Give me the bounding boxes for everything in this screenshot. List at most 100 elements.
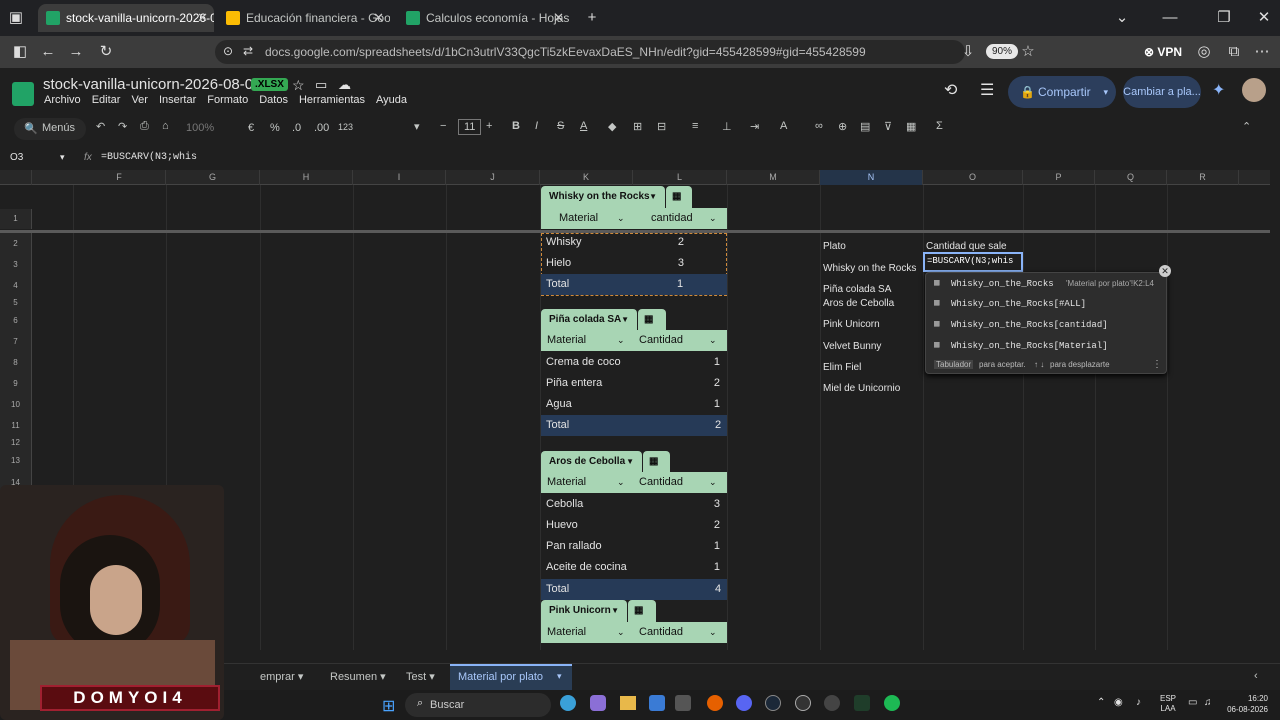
more-icon[interactable]: ⋯ (1252, 42, 1272, 62)
chevron-down-icon[interactable]: ▼ (611, 600, 619, 622)
table-name-chip[interactable]: Pink Unicorn ▼ (541, 600, 627, 622)
ea-icon[interactable] (795, 695, 811, 711)
menu-editar[interactable]: Editar (92, 94, 121, 106)
share-button[interactable]: 🔒 Compartir ▾ (1008, 76, 1116, 108)
table-name-chip[interactable]: Piña colada SA ▼ (541, 309, 637, 331)
redo-icon[interactable]: ↷ (118, 120, 127, 133)
header-material[interactable]: Material (559, 208, 598, 229)
spotify-icon[interactable] (884, 695, 900, 711)
chevron-down-icon[interactable]: ▾ (298, 671, 304, 683)
chevron-down-icon[interactable]: ▾ (557, 671, 562, 682)
table-settings-icon[interactable]: ▦ (643, 451, 670, 473)
font-family-dropdown[interactable]: ▾ (414, 120, 420, 133)
plato-cell[interactable]: Elim Fiel (823, 362, 861, 373)
col-header[interactable]: O (923, 170, 1023, 185)
star-icon[interactable]: ☆ (292, 77, 305, 94)
menu-archivo[interactable]: Archivo (44, 94, 81, 106)
chevron-down-icon[interactable]: ▼ (621, 309, 629, 331)
chevron-down-icon[interactable]: ▼ (626, 451, 634, 473)
col-header[interactable]: M (727, 170, 820, 185)
volume-icon[interactable]: ♫ (1204, 697, 1212, 708)
clock[interactable]: 16:20 06-08-2026 (1222, 693, 1268, 715)
sheet-tab[interactable]: Resumen ▾ (330, 670, 386, 683)
percent-button[interactable]: % (270, 122, 280, 134)
header-cantidad[interactable]: cantidad (651, 208, 693, 229)
sheets-logo-icon[interactable] (12, 82, 34, 106)
menu-datos[interactable]: Datos (259, 94, 288, 106)
plato-cell[interactable]: Aros de Cebolla (823, 298, 894, 309)
cell[interactable]: 3 (696, 494, 720, 515)
new-tab-icon[interactable]: + (582, 8, 602, 28)
sheet-tab-active[interactable]: Material por plato ▾ (450, 664, 572, 690)
cell[interactable]: Pan rallado (546, 536, 686, 557)
zoom-select[interactable]: 100% (186, 122, 214, 134)
row-header[interactable]: 5 (0, 296, 32, 310)
app-icon[interactable] (854, 695, 870, 711)
cell[interactable]: Whisky (546, 232, 656, 253)
col-header[interactable]: K (540, 170, 633, 185)
chevron-down-icon[interactable]: ▾ (1103, 76, 1108, 108)
chevron-down-icon[interactable]: ▾ (429, 671, 435, 683)
chevron-down-icon[interactable]: ▼ (649, 186, 657, 208)
font-size-input[interactable]: 11 (458, 119, 482, 135)
zoom-badge[interactable]: 90% (986, 44, 1019, 59)
discord-icon[interactable] (736, 695, 752, 711)
table-name-chip[interactable]: Whisky on the Rocks ▼ (541, 186, 665, 208)
cell[interactable]: 1 (696, 352, 720, 373)
gemini-icon[interactable]: ✦ (1212, 80, 1225, 100)
bold-icon[interactable]: B (512, 120, 520, 132)
formula-input[interactable]: =BUSCARV(N3;whis (101, 152, 197, 163)
fill-color-icon[interactable]: ◆ (608, 120, 616, 133)
chevron-down-icon[interactable]: ⌄ (1112, 8, 1132, 28)
plato-cell[interactable]: Piña colada SA (823, 284, 891, 295)
chevron-down-icon[interactable]: ▾ (60, 152, 65, 163)
col-header[interactable]: H (260, 170, 353, 185)
total-row[interactable]: Total 4 (541, 579, 727, 600)
chevron-down-icon[interactable]: ⌄ (617, 208, 625, 229)
plato-cell[interactable]: Pink Unicorn (823, 319, 880, 330)
row-header[interactable]: 2 (0, 233, 32, 254)
forward-icon[interactable]: → (66, 42, 86, 62)
tune-icon[interactable]: ⇄ (243, 44, 253, 58)
filter-views-icon[interactable]: ▦ (906, 120, 916, 133)
firefox-icon[interactable] (707, 695, 723, 711)
menu-herramientas[interactable]: Herramientas (299, 94, 365, 106)
chevron-down-icon[interactable]: ▾ (380, 671, 386, 683)
print-icon[interactable]: ⎙ (140, 120, 149, 133)
chevron-down-icon[interactable]: ⌄ (709, 622, 717, 643)
cell[interactable]: Hielo (546, 253, 656, 274)
col-header[interactable]: G (166, 170, 260, 185)
col-header[interactable]: N (820, 170, 923, 185)
table-name-chip[interactable]: Aros de Cebolla ▼ (541, 451, 642, 473)
chevron-left-icon[interactable]: ‹ (1254, 670, 1258, 682)
row-header[interactable]: 3 (0, 254, 32, 275)
align-icon[interactable]: ≡ (692, 120, 698, 132)
plato-cell[interactable]: Miel de Unicornio (823, 383, 900, 394)
plato-cell[interactable]: Velvet Bunny (823, 341, 881, 352)
row-header[interactable]: 9 (0, 373, 32, 394)
cell[interactable]: Agua (546, 394, 686, 415)
minimize-icon[interactable]: — (1160, 8, 1180, 28)
row-header[interactable]: 1 (0, 209, 32, 229)
autocomplete-item[interactable]: ▦ Whisky_on_the_Rocks[Material] (926, 335, 1168, 355)
sheet-tab[interactable]: emprar ▾ (260, 670, 303, 683)
tab-calculos[interactable]: Calculos economía - Hojas de cá ✕ (398, 4, 570, 32)
copilot-icon[interactable] (590, 695, 606, 711)
cell[interactable]: 2 (696, 515, 720, 536)
borders-icon[interactable]: ⊞ (633, 120, 642, 133)
row-header[interactable]: 11 (0, 415, 32, 436)
extensions-icon[interactable]: ⧉ (1224, 42, 1244, 62)
account-icon[interactable]: ◎ (1194, 42, 1214, 62)
cell[interactable]: Aceite de cocina (546, 557, 686, 578)
edge-icon[interactable] (560, 695, 576, 711)
col-header[interactable]: P (1023, 170, 1095, 185)
chevron-down-icon[interactable]: ⌄ (617, 330, 625, 351)
text-color-icon[interactable]: A (580, 120, 587, 132)
col-header[interactable]: R (1167, 170, 1239, 185)
menu-ver[interactable]: Ver (131, 94, 148, 106)
cell[interactable]: 2 (660, 232, 684, 253)
cell[interactable]: Cebolla (546, 494, 686, 515)
header-cantidad[interactable]: Cantidad (639, 472, 683, 493)
folder-icon[interactable]: ▭ (315, 77, 327, 93)
col-header[interactable]: J (446, 170, 540, 185)
